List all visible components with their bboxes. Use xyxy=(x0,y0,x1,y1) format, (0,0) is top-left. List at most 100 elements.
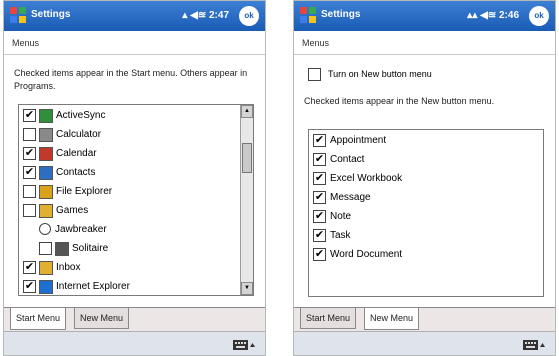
list-item-label: Appointment xyxy=(330,135,387,146)
settings-screen-start-menu: Settings ▴ ◀≊ 2:47 ok Menus Checked item… xyxy=(3,0,266,356)
list-item-label: Jawbreaker xyxy=(55,224,107,235)
instructions-text: Checked items appear in the New button m… xyxy=(304,96,495,106)
radio-button[interactable] xyxy=(39,223,51,235)
tab-bar: Start Menu New Menu xyxy=(4,307,265,331)
list-item-label: Games xyxy=(56,205,89,216)
checkbox[interactable]: ✔ xyxy=(313,248,326,261)
checkbox[interactable] xyxy=(23,204,36,217)
ok-button[interactable]: ok xyxy=(239,6,259,26)
list-item-label: ActiveSync xyxy=(56,110,106,121)
list-item[interactable]: ✔ Excel Workbook xyxy=(309,170,529,188)
checkbox[interactable]: ✔ xyxy=(313,229,326,242)
signal-icon[interactable]: ▴▴ xyxy=(467,10,477,21)
list-item-label: Note xyxy=(330,211,352,222)
volume-icon[interactable]: ◀≊ xyxy=(190,10,206,21)
list-item-label: Excel Workbook xyxy=(330,173,403,184)
calendar-icon xyxy=(39,147,53,161)
signal-icon[interactable]: ▴ xyxy=(182,10,187,21)
checkbox[interactable]: ✔ xyxy=(23,261,36,274)
list-item[interactable]: ✔ Appointment xyxy=(309,132,529,150)
checkbox[interactable]: ✔ xyxy=(23,109,36,122)
new-menu-list[interactable]: ✔ Appointment ✔ Contact ✔ Excel Workbook ✔ Mess… xyxy=(308,129,544,297)
list-item-label: Inbox xyxy=(56,262,81,273)
list-item[interactable]: ✔ ActiveSync xyxy=(19,107,239,125)
list-item-label: Calculator xyxy=(56,129,102,140)
clock-text[interactable]: 2:46 xyxy=(499,10,519,21)
windows-flag-icon[interactable] xyxy=(299,6,317,24)
app-title: Settings xyxy=(321,9,361,20)
instructions-text: Checked items appear in the Start menu. … xyxy=(14,68,248,91)
page-header: Menus xyxy=(294,31,555,55)
checkbox[interactable] xyxy=(23,185,36,198)
status-icons: ▴ ◀≊ 2:47 xyxy=(182,10,229,21)
list-item-label: Word Document xyxy=(330,249,403,260)
calculator-icon xyxy=(39,128,53,142)
ok-button[interactable]: ok xyxy=(529,6,549,26)
checkbox[interactable]: ✔ xyxy=(23,280,36,293)
list-item[interactable]: ✔ Word Document xyxy=(309,246,529,264)
checkbox[interactable] xyxy=(23,128,36,141)
contacts-icon xyxy=(39,166,53,180)
list-item-label: Task xyxy=(330,230,351,241)
internet-explorer-icon xyxy=(39,280,53,294)
keyboard-icon[interactable] xyxy=(523,338,545,352)
list-item[interactable]: ✔ Task xyxy=(309,227,529,245)
list-item-label: Calendar xyxy=(56,148,97,159)
status-icons: ▴▴ ◀≊ 2:46 xyxy=(467,10,519,21)
checkbox[interactable]: ✔ xyxy=(313,210,326,223)
folder-icon xyxy=(39,204,53,218)
list-item-label: Solitaire xyxy=(72,243,109,254)
list-item[interactable]: ✔ Contacts xyxy=(19,164,239,182)
list-item-label: Internet Explorer xyxy=(56,281,130,292)
list-item-label: Contacts xyxy=(56,167,96,178)
tab-new-menu[interactable]: New Menu xyxy=(74,308,130,329)
list-item[interactable]: ✔ Internet Explorer xyxy=(19,278,239,295)
new-button-toggle-checkbox[interactable] xyxy=(308,68,321,81)
clock-text[interactable]: 2:47 xyxy=(209,10,229,21)
new-button-toggle-label: Turn on New button menu xyxy=(328,69,432,79)
list-item[interactable]: Jawbreaker xyxy=(19,221,239,239)
solitaire-icon xyxy=(55,242,69,256)
list-item[interactable]: ✔ Message xyxy=(309,189,529,207)
list-item-label: File Explorer xyxy=(56,186,113,197)
tab-start-menu[interactable]: Start Menu xyxy=(300,308,357,329)
inbox-icon xyxy=(39,261,53,275)
list-item[interactable]: File Explorer xyxy=(19,183,239,201)
scroll-thumb[interactable] xyxy=(242,143,252,173)
scroll-down-button[interactable]: ▼ xyxy=(241,282,253,295)
checkbox[interactable]: ✔ xyxy=(313,191,326,204)
list-item[interactable]: ✔ Contact xyxy=(309,151,529,169)
page-header: Menus xyxy=(4,31,265,55)
title-bar: Settings ▴ ◀≊ 2:47 ok xyxy=(4,1,265,31)
list-item-label: Contact xyxy=(330,154,365,165)
volume-icon[interactable]: ◀≊ xyxy=(480,10,496,21)
list-item[interactable]: Calculator xyxy=(19,126,239,144)
tab-start-menu[interactable]: Start Menu xyxy=(10,308,67,330)
list-item[interactable]: ✔ Calendar xyxy=(19,145,239,163)
settings-screen-new-menu: Settings ▴▴ ◀≊ 2:46 ok Menus Turn on New… xyxy=(293,0,556,356)
list-item[interactable]: ✔ Inbox xyxy=(19,259,239,277)
file-explorer-icon xyxy=(39,185,53,199)
scrollbar[interactable]: ▲ ▼ xyxy=(240,105,253,295)
tab-bar: Start Menu New Menu xyxy=(294,307,555,331)
keyboard-icon[interactable] xyxy=(233,338,255,352)
list-item[interactable]: ✔ Note xyxy=(309,208,529,226)
tab-new-menu[interactable]: New Menu xyxy=(364,308,420,330)
checkbox[interactable]: ✔ xyxy=(313,134,326,147)
checkbox[interactable] xyxy=(39,242,52,255)
checkbox[interactable]: ✔ xyxy=(313,153,326,166)
list-item[interactable]: Games xyxy=(19,202,239,220)
start-menu-list[interactable]: ▲ ▼ ✔ ActiveSync Calculator ✔ Calendar ✔ Conta… xyxy=(18,104,254,296)
checkbox[interactable]: ✔ xyxy=(313,172,326,185)
activesync-icon xyxy=(39,109,53,123)
checkbox[interactable]: ✔ xyxy=(23,166,36,179)
menu-bar xyxy=(294,331,555,355)
windows-flag-icon[interactable] xyxy=(9,6,27,24)
app-title: Settings xyxy=(31,9,71,20)
list-item-label: Message xyxy=(330,192,371,203)
scroll-up-button[interactable]: ▲ xyxy=(241,105,253,118)
list-item[interactable]: Solitaire xyxy=(19,240,239,258)
title-bar: Settings ▴▴ ◀≊ 2:46 ok xyxy=(294,1,555,31)
menu-bar xyxy=(4,331,265,355)
checkbox[interactable]: ✔ xyxy=(23,147,36,160)
